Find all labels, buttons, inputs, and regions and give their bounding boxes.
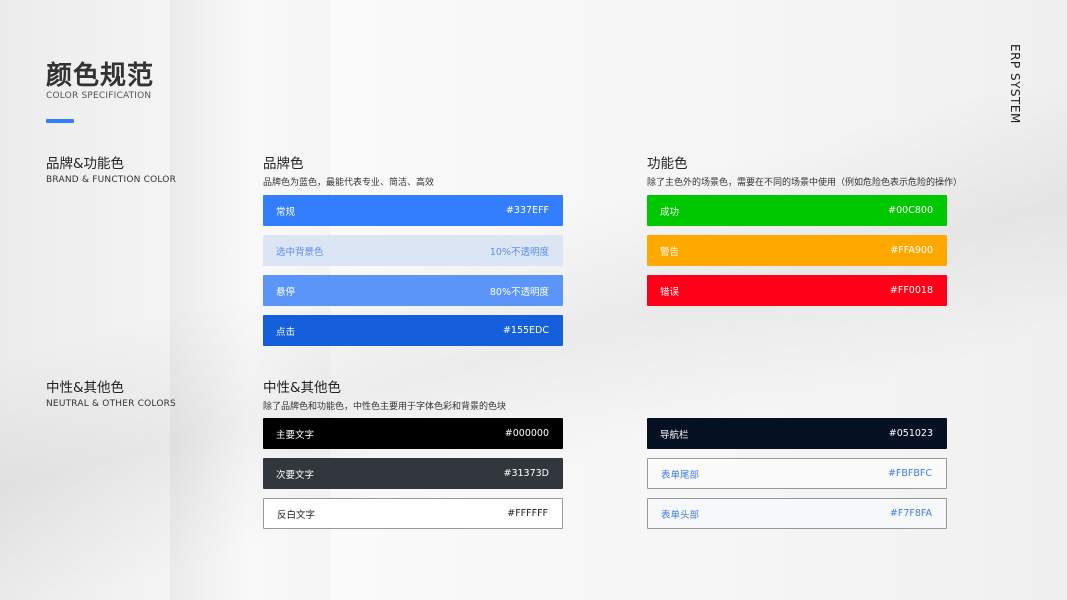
swatch-label: 导航栏 bbox=[660, 429, 689, 441]
swatch-value: #FFA900 bbox=[890, 245, 933, 256]
swatch-label: 主要文字 bbox=[276, 429, 315, 441]
swatch: 次要文字 #31373D bbox=[263, 458, 563, 489]
swatch: 常规 #337EFF bbox=[263, 195, 563, 226]
section-subtitle-brand-function: BRAND & FUNCTION COLOR bbox=[46, 175, 177, 185]
swatch-value: #051023 bbox=[888, 428, 933, 439]
section-title-brand-function: 品牌&功能色 bbox=[46, 156, 125, 172]
swatch-value: #337EFF bbox=[505, 205, 549, 216]
swatch-value: #155EDC bbox=[502, 325, 549, 336]
swatch: 主要文字 #000000 bbox=[263, 418, 563, 449]
swatch-label: 错误 bbox=[660, 286, 680, 298]
swatch-label: 次要文字 bbox=[276, 469, 315, 481]
swatch: 表单头部 #F7F8FA bbox=[647, 498, 947, 529]
swatch: 表单尾部 #FBFBFC bbox=[647, 458, 947, 489]
section-subtitle-neutral-other: NEUTRAL & OTHER COLORS bbox=[46, 399, 176, 409]
swatch: 悬停 80%不透明度 bbox=[263, 275, 563, 306]
page-subtitle: COLOR SPECIFICATION bbox=[46, 91, 152, 101]
section-title-neutral-other: 中性&其他色 bbox=[46, 380, 125, 396]
swatch: 成功 #00C800 bbox=[647, 195, 947, 226]
swatch-value: #FF0018 bbox=[889, 285, 933, 296]
swatch: 选中背景色 10%不透明度 bbox=[263, 235, 563, 266]
swatch: 点击 #155EDC bbox=[263, 315, 563, 346]
swatch-value: #00C800 bbox=[888, 205, 933, 216]
swatch-value: 80%不透明度 bbox=[489, 286, 549, 298]
swatch-value: #FFFFFF bbox=[507, 508, 548, 519]
swatch-label: 点击 bbox=[276, 326, 296, 338]
neutral-group-title: 中性&其他色 bbox=[263, 380, 342, 396]
brand-group-desc: 品牌色为蓝色，最能代表专业、简洁、高效 bbox=[263, 178, 435, 188]
system-label: ERP SYSTEM bbox=[1008, 44, 1022, 124]
swatch-label: 成功 bbox=[660, 206, 680, 218]
swatch: 警告 #FFA900 bbox=[647, 235, 947, 266]
swatch: 反白文字 #FFFFFF bbox=[263, 498, 563, 529]
swatch-value: 10%不透明度 bbox=[489, 246, 549, 258]
swatch: 导航栏 #051023 bbox=[647, 418, 947, 449]
swatch-value: #FBFBFC bbox=[887, 468, 932, 479]
brand-group-title: 品牌色 bbox=[263, 156, 304, 172]
page-title: 颜色规范 bbox=[46, 61, 155, 91]
title-accent-bar bbox=[46, 119, 74, 123]
swatch-label: 表单尾部 bbox=[661, 469, 700, 481]
function-group-title: 功能色 bbox=[647, 156, 688, 172]
swatch-value: #000000 bbox=[504, 428, 549, 439]
swatch-value: #31373D bbox=[503, 468, 550, 479]
swatch: 错误 #FF0018 bbox=[647, 275, 947, 306]
swatch-label: 悬停 bbox=[276, 286, 296, 298]
swatch-value: #F7F8FA bbox=[889, 508, 932, 519]
swatch-label: 常规 bbox=[276, 206, 296, 218]
swatch-label: 选中背景色 bbox=[276, 246, 324, 258]
swatch-label: 表单头部 bbox=[661, 509, 700, 521]
swatch-label: 反白文字 bbox=[277, 509, 316, 521]
neutral-group-desc: 除了品牌色和功能色，中性色主要用于字体色彩和背景的色块 bbox=[263, 402, 507, 412]
function-group-desc: 除了主色外的场景色，需要在不同的场景中使用（例如危险色表示危险的操作） bbox=[647, 178, 963, 188]
swatch-label: 警告 bbox=[660, 246, 680, 258]
